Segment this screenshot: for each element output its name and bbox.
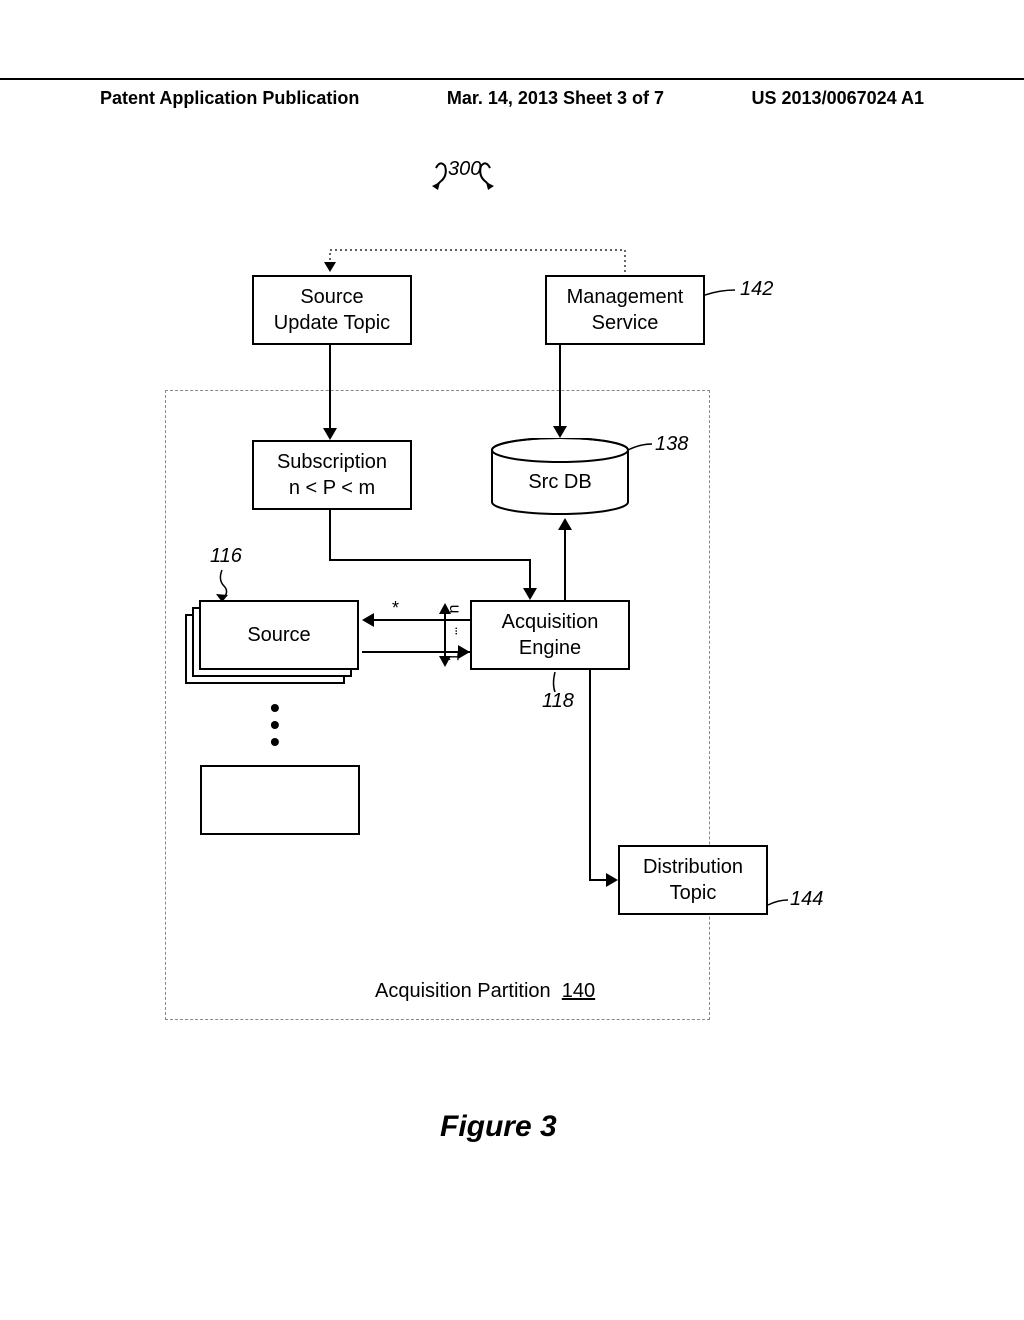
label-srcdb: Src DB — [528, 471, 591, 494]
cylinder-srcdb: Src DB — [490, 438, 630, 516]
source-stack: Source — [185, 600, 360, 690]
header-left: Patent Application Publication — [100, 88, 359, 109]
partition-label: Acquisition Partition 140 — [375, 980, 595, 1003]
dotted-mgmt-to-topic — [0, 140, 1024, 310]
ref-142: 142 — [740, 278, 773, 301]
label-sub-l2: n < P < m — [289, 475, 375, 501]
ref-116: 116 — [210, 545, 242, 568]
label-source: Source — [247, 624, 310, 647]
ref-138: 138 — [655, 433, 688, 456]
box-acquisition-engine: Acquisition Engine — [470, 600, 630, 670]
header-center: Mar. 14, 2013 Sheet 3 of 7 — [447, 88, 664, 109]
ref-118: 118 — [542, 690, 574, 713]
figure-caption: Figure 3 — [440, 1110, 557, 1144]
label-dist-l2: Topic — [670, 880, 717, 906]
label-sub-l1: Subscription — [277, 449, 387, 475]
header-right: US 2013/0067024 A1 — [752, 88, 924, 109]
label-eng-l1: Acquisition — [502, 609, 599, 635]
ref-300: 300 — [448, 158, 481, 181]
edge-n: n — [445, 605, 463, 614]
ref-144: 144 — [790, 888, 823, 911]
box-empty — [200, 765, 360, 835]
box-management-service: Management Service — [545, 275, 705, 345]
edge-dots: ··· — [447, 628, 463, 636]
partition-text: Acquisition Partition — [375, 980, 551, 1002]
figure-area: 300 Source Update Topic Management Servi… — [0, 140, 1024, 1140]
box-source-update-topic: Source Update Topic — [252, 275, 412, 345]
ref-140: 140 — [562, 980, 595, 1002]
label-mgmt-l1: Management — [567, 284, 684, 310]
label-sut-l1: Source — [300, 284, 363, 310]
label-eng-l2: Engine — [519, 635, 581, 661]
page-header: Patent Application Publication Mar. 14, … — [0, 78, 1024, 109]
vertical-dots: ••• — [270, 700, 280, 750]
ref-300-bracket — [0, 140, 1024, 220]
edge-star: * — [392, 598, 399, 619]
edge-one: 1 — [445, 653, 463, 662]
label-mgmt-l2: Service — [592, 310, 659, 336]
box-distribution-topic: Distribution Topic — [618, 845, 768, 915]
label-sut-l2: Update Topic — [274, 310, 390, 336]
label-dist-l1: Distribution — [643, 854, 743, 880]
box-subscription: Subscription n < P < m — [252, 440, 412, 510]
